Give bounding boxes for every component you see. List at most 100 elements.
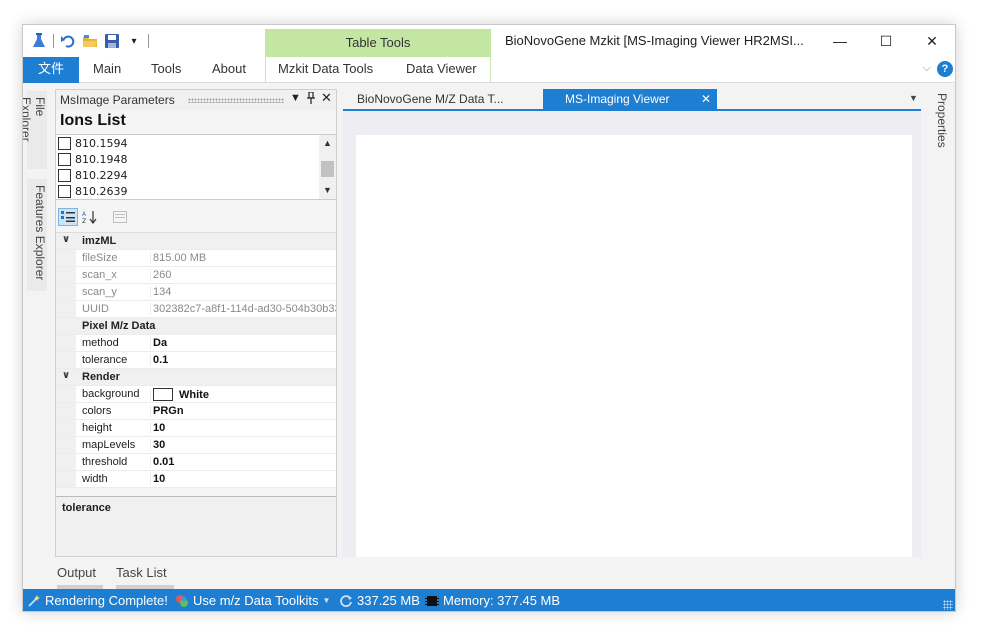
property-row[interactable]: method Da: [56, 335, 336, 352]
category-render[interactable]: ∨ Render: [56, 369, 336, 386]
close-tab-icon[interactable]: ✕: [701, 89, 711, 109]
ion-checkbox[interactable]: [58, 184, 71, 198]
context-group-table-tools: Table Tools: [265, 29, 491, 57]
document-list-dropdown-icon[interactable]: ▼: [909, 93, 918, 103]
tab-mzkit-data-tools[interactable]: Mzkit Data Tools: [278, 57, 373, 83]
property-row[interactable]: height 10: [56, 420, 336, 437]
property-value[interactable]: 10: [150, 473, 336, 485]
ions-list[interactable]: 810.1594 810.1948 810.2294 810.2639 ▲ ▼: [56, 134, 336, 200]
list-item[interactable]: 810.2639: [58, 183, 128, 199]
tab-output[interactable]: Output: [57, 565, 103, 589]
ion-checkbox[interactable]: [58, 168, 71, 182]
property-name: background: [82, 388, 140, 400]
list-item[interactable]: 810.1594: [58, 135, 128, 151]
ion-checkbox[interactable]: [58, 152, 71, 166]
ions-scrollbar[interactable]: ▲ ▼: [319, 135, 336, 199]
data-size-text: 337.25 MB: [357, 593, 420, 608]
property-name: height: [82, 422, 112, 434]
chevron-down-icon[interactable]: ∨: [62, 234, 70, 245]
property-value[interactable]: PRGn: [150, 405, 336, 417]
tab-mz-data-toolkits[interactable]: BioNovoGene M/Z Data T...: [343, 89, 529, 111]
property-row[interactable]: colors PRGn: [56, 403, 336, 420]
panel-close-icon[interactable]: ✕: [321, 90, 332, 106]
sort-alphabetical-icon[interactable]: AZ: [80, 208, 100, 226]
open-folder-icon[interactable]: [82, 33, 98, 49]
property-value[interactable]: 30: [150, 439, 336, 451]
ion-mz-label: 810.2294: [75, 168, 128, 182]
tab-about[interactable]: About: [212, 57, 246, 83]
tab-task-list[interactable]: Task List: [116, 565, 174, 589]
maximize-button[interactable]: ☐: [863, 25, 909, 57]
property-row[interactable]: tolerance 0.1: [56, 352, 336, 369]
tab-file-explorer[interactable]: File Explorer: [23, 91, 47, 169]
document-tab-strip: BioNovoGene M/Z Data T... MS-Imaging Vie…: [343, 89, 921, 111]
list-item[interactable]: 810.2294: [58, 167, 128, 183]
property-row[interactable]: mapLevels 30: [56, 437, 336, 454]
property-value[interactable]: 10: [150, 422, 336, 434]
property-name: UUID: [82, 303, 109, 315]
tab-main[interactable]: Main: [93, 57, 121, 83]
property-row[interactable]: scan_y 134: [56, 284, 336, 301]
tab-tools[interactable]: Tools: [151, 57, 181, 83]
panel-header: MsImage Parameters ▼ ✕: [56, 90, 336, 110]
app-window: ▾ Table Tools BioNovoGene Mzkit [MS-Imag…: [22, 24, 956, 612]
property-grid: ∨ imzML fileSize 815.00 MB scan_x 260 sc…: [56, 232, 336, 488]
undo-icon[interactable]: [60, 33, 76, 49]
property-pages-icon[interactable]: [110, 208, 130, 226]
status-message: Rendering Complete!: [27, 593, 168, 608]
ms-imaging-canvas[interactable]: [356, 135, 912, 557]
ion-mz-label: 810.2639: [75, 184, 128, 198]
status-wand-icon: [27, 594, 41, 608]
help-icon[interactable]: ?: [937, 61, 953, 77]
property-value[interactable]: White: [150, 388, 336, 401]
property-name: scan_y: [82, 286, 117, 298]
property-row[interactable]: background White: [56, 386, 336, 403]
property-value[interactable]: 0.1: [150, 354, 336, 366]
list-item[interactable]: 810.1948: [58, 151, 128, 167]
panel-drag-grip[interactable]: [188, 98, 284, 103]
background-color-value: White: [179, 389, 209, 401]
category-pixel-mz-data[interactable]: Pixel M/z Data: [56, 318, 336, 335]
ion-checkbox[interactable]: [58, 136, 71, 150]
property-name: method: [82, 337, 119, 349]
tab-ms-imaging-viewer[interactable]: MS-Imaging Viewer ✕: [543, 89, 717, 111]
panel-menu-icon[interactable]: ▼: [290, 92, 301, 104]
ribbon-collapse-icon[interactable]: ⌵: [923, 62, 931, 75]
category-label: Render: [82, 371, 120, 383]
tab-file[interactable]: 文件: [23, 57, 79, 83]
customize-qat-icon[interactable]: ▾: [126, 33, 142, 49]
category-label: Pixel M/z Data: [82, 320, 156, 332]
property-description: tolerance: [56, 496, 336, 556]
property-name: fileSize: [82, 252, 118, 264]
property-row[interactable]: width 10: [56, 471, 336, 488]
scroll-thumb[interactable]: [321, 161, 334, 177]
property-row[interactable]: UUID 302382c7-a8f1-114d-ad30-504b30b33: [56, 301, 336, 318]
svg-text:A: A: [82, 211, 87, 218]
save-icon[interactable]: [104, 33, 120, 49]
categorized-view-icon[interactable]: [58, 208, 78, 226]
chevron-down-icon[interactable]: ∨: [62, 370, 70, 381]
property-row[interactable]: scan_x 260: [56, 267, 336, 284]
minimize-button[interactable]: —: [817, 25, 863, 57]
category-imzml[interactable]: ∨ imzML: [56, 233, 336, 250]
ions-list-heading: Ions List: [60, 112, 126, 129]
tab-properties[interactable]: Properties: [929, 89, 949, 159]
resize-grip[interactable]: [943, 600, 953, 610]
property-row[interactable]: fileSize 815.00 MB: [56, 250, 336, 267]
property-name: scan_x: [82, 269, 117, 281]
toolkit-label: Use m/z Data Toolkits: [193, 593, 319, 608]
close-button[interactable]: ✕: [909, 25, 955, 57]
app-flask-icon[interactable]: [31, 33, 47, 49]
status-toolkit-dropdown[interactable]: Use m/z Data Toolkits ▼: [175, 593, 330, 608]
tab-data-viewer[interactable]: Data Viewer: [406, 57, 477, 83]
property-row[interactable]: threshold 0.01: [56, 454, 336, 471]
property-value[interactable]: Da: [150, 337, 336, 349]
property-value[interactable]: 0.01: [150, 456, 336, 468]
scroll-up-icon[interactable]: ▲: [323, 138, 332, 148]
pin-icon[interactable]: [306, 91, 316, 107]
msimage-parameters-panel: MsImage Parameters ▼ ✕ Ions List 810.159…: [55, 89, 337, 557]
tab-features-explorer[interactable]: Features Explorer: [27, 179, 47, 291]
ion-mz-label: 810.1948: [75, 152, 128, 166]
right-autohide-strip: Properties: [927, 89, 951, 557]
scroll-down-icon[interactable]: ▼: [323, 185, 332, 195]
